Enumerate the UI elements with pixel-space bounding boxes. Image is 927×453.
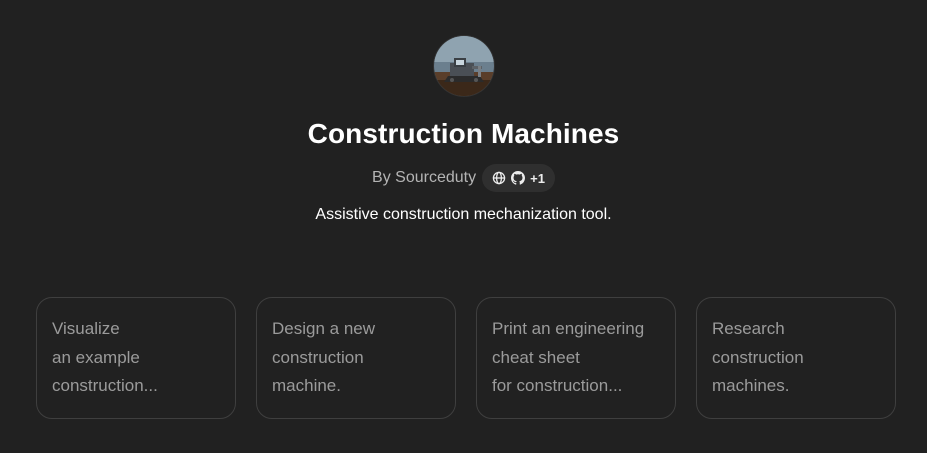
gpt-description: Assistive construction mechanization too… xyxy=(315,206,612,223)
starter-line: construction xyxy=(712,347,804,367)
gpt-title: Construction Machines xyxy=(307,118,620,149)
starter-line: Research xyxy=(712,319,785,338)
starter-line: machine. xyxy=(272,376,341,395)
starter-card-cheat-sheet[interactable]: Print an engineering cheat sheet for con… xyxy=(476,297,676,419)
starter-card-design[interactable]: Design a new construction machine. xyxy=(256,297,456,419)
more-count: +1 xyxy=(530,170,545,186)
starter-line: for construction... xyxy=(492,376,623,395)
github-icon xyxy=(511,171,526,185)
starter-line: Print an engineering xyxy=(492,319,645,338)
starter-card-visualize[interactable]: Visualize an example construction... xyxy=(36,297,236,419)
starter-line: an example xyxy=(52,347,140,367)
conversation-starters: Visualize an example construction... Des… xyxy=(36,297,896,419)
author-label: By Sourceduty xyxy=(372,169,477,186)
starter-line: construction xyxy=(272,347,364,367)
gpt-header: Construction Machines By Sourceduty +1 A… xyxy=(0,36,927,224)
starter-line: Design a new xyxy=(272,319,376,338)
starter-line: machines. xyxy=(712,376,790,395)
starter-line: Visualize xyxy=(52,319,120,338)
starter-line: cheat sheet xyxy=(492,347,580,367)
gpt-landing: Construction Machines By Sourceduty +1 A… xyxy=(0,0,927,453)
globe-icon xyxy=(492,171,506,185)
gpt-avatar xyxy=(433,36,494,96)
capabilities-badge[interactable]: +1 xyxy=(482,164,555,192)
starter-line: construction... xyxy=(52,376,158,395)
starter-card-research[interactable]: Research construction machines. xyxy=(696,297,896,419)
author-row: By Sourceduty +1 xyxy=(372,164,555,192)
